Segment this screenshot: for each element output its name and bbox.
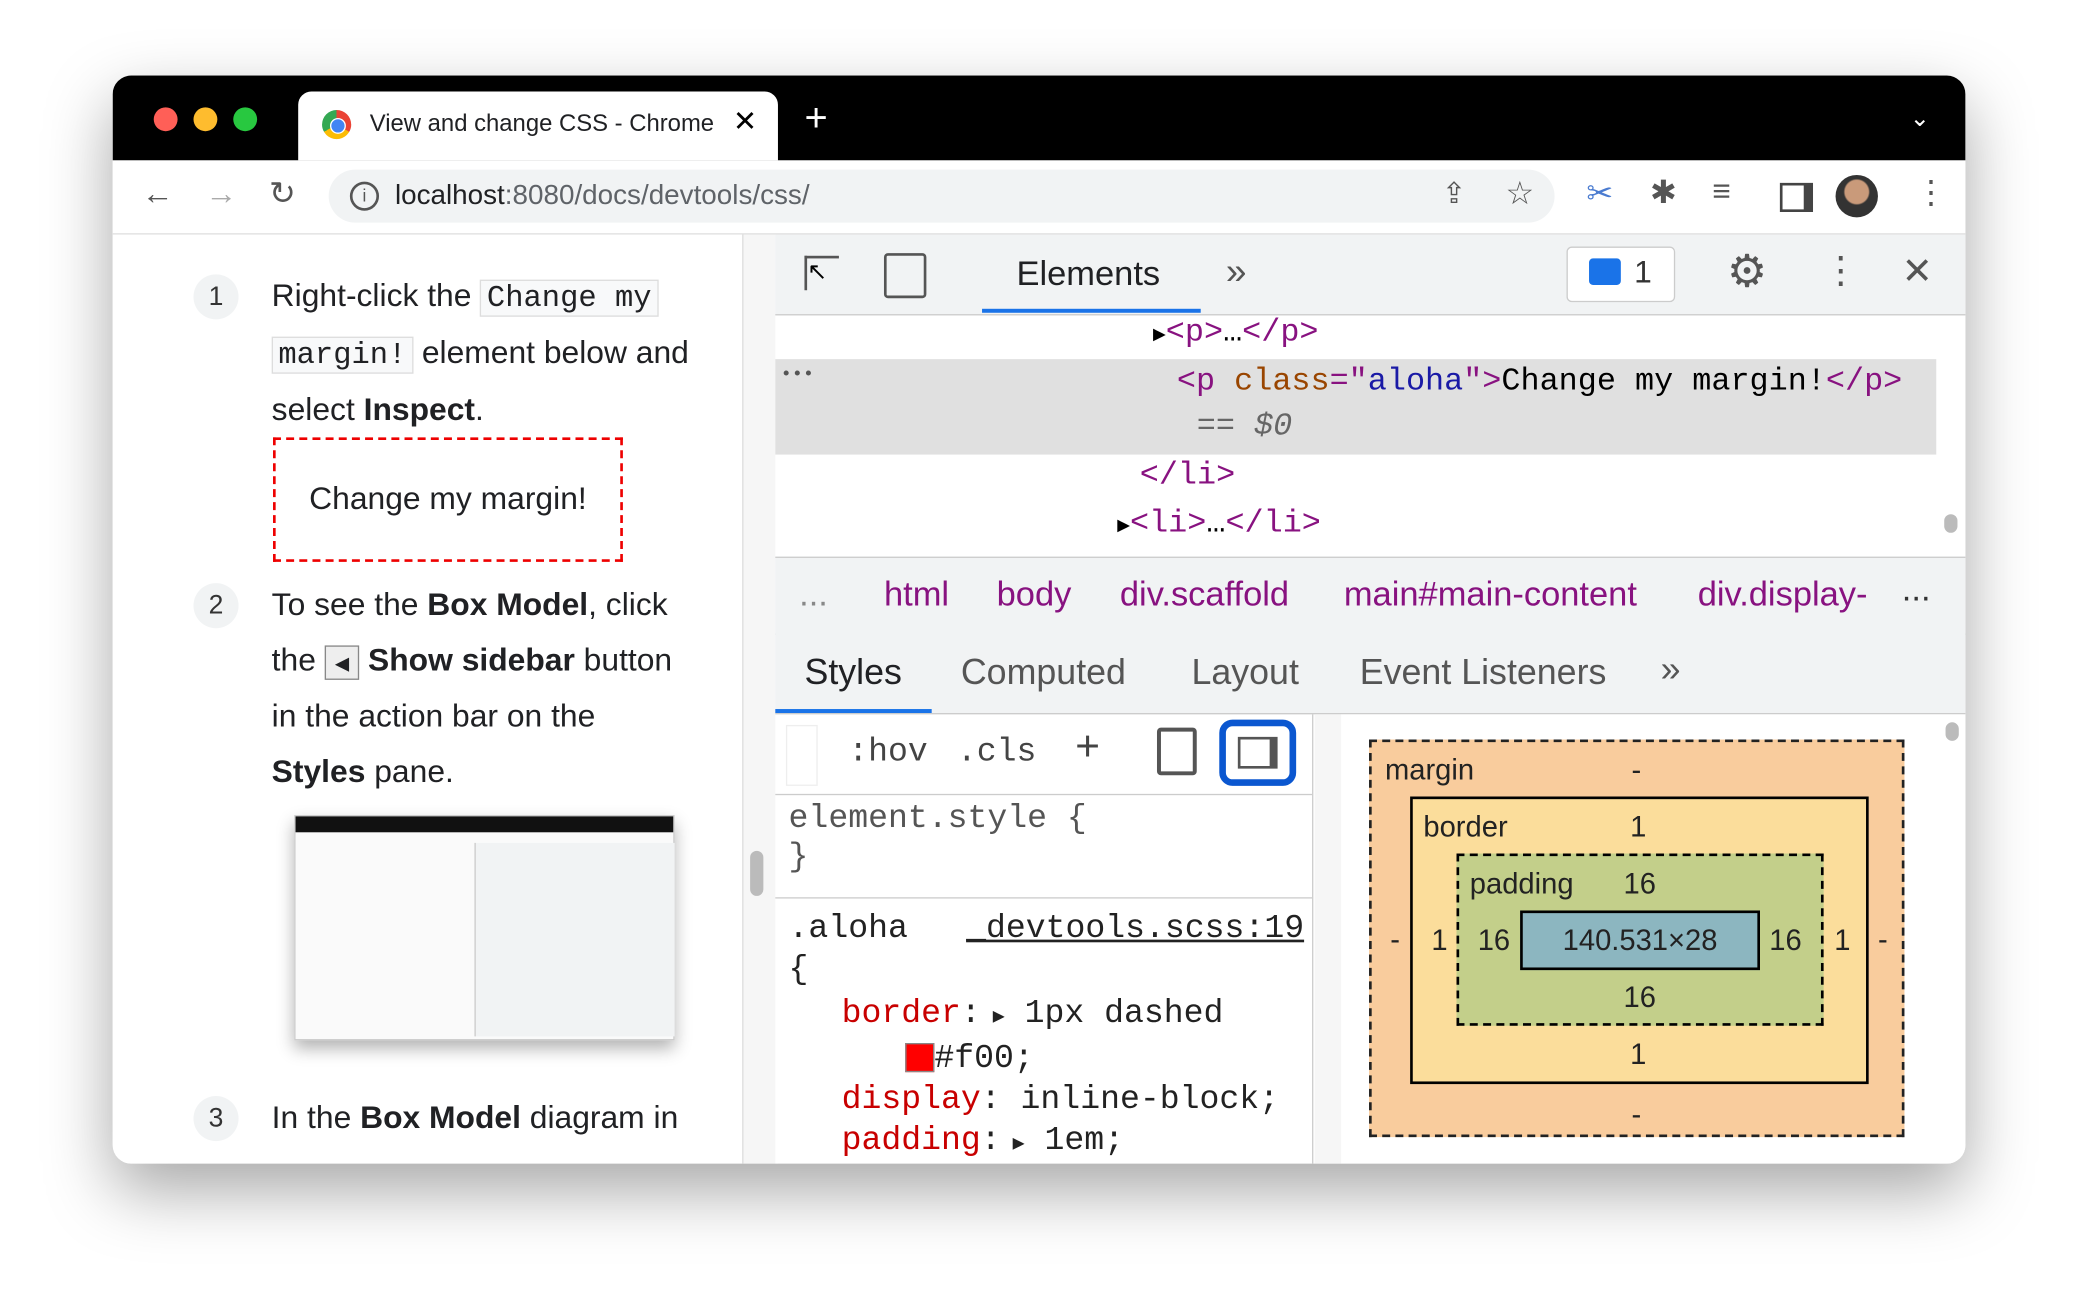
tab-layout[interactable]: Layout xyxy=(1191,652,1298,693)
dom-node-li-close[interactable]: </li> xyxy=(1140,459,1235,495)
side-panel-icon[interactable] xyxy=(1779,182,1814,213)
step-1-text: Right-click the Change my margin! element… xyxy=(271,278,689,429)
styles-pane: :hov .cls + element.style {} .aloha _devt… xyxy=(775,714,1314,1164)
sidebar-tabs: Styles Computed Layout Event Listeners » xyxy=(775,633,1966,715)
issues-button[interactable]: 1 xyxy=(1566,246,1676,303)
hov-button[interactable]: :hov xyxy=(848,733,928,771)
element-style-rule[interactable]: element.style {} xyxy=(789,799,1087,876)
dom-node-li[interactable]: ▶<li>…</li> xyxy=(1117,506,1321,542)
dom-scrollbar[interactable] xyxy=(1944,514,1958,533)
url-host: localhost xyxy=(394,180,505,211)
reload-icon[interactable]: ↻ xyxy=(269,175,296,213)
tab-styles[interactable]: Styles xyxy=(804,652,901,693)
crumb-body[interactable]: body xyxy=(997,574,1072,615)
new-rule-plus-icon[interactable]: + xyxy=(1075,725,1100,774)
step-number: 2 xyxy=(193,583,239,629)
dom-node-p[interactable]: ▶<p>…</p> xyxy=(1153,315,1318,351)
screenshot-thumbnail xyxy=(294,815,675,1041)
close-window-button[interactable] xyxy=(153,107,178,132)
box-border[interactable]: border 1 1 1 1 padding 16 16 16 16 140.5… xyxy=(1410,796,1869,1085)
tab-event-listeners[interactable]: Event Listeners xyxy=(1360,652,1607,693)
tab-computed[interactable]: Computed xyxy=(961,652,1126,693)
dom-node-selected[interactable]: ••• <p class="aloha">Change my margin!</… xyxy=(775,359,1937,455)
show-sidebar-icon: ◀ xyxy=(324,644,360,680)
change-my-margin-demo[interactable]: Change my margin! xyxy=(273,437,623,562)
step-number: 3 xyxy=(193,1096,239,1142)
devtools-toolbar: ↖ Elements » 1 ⚙ ⋮ ✕ xyxy=(775,234,1966,316)
page-scrollbar[interactable] xyxy=(742,234,778,1164)
show-sidebar-button[interactable] xyxy=(1219,719,1297,786)
devtools-panel: ↖ Elements » 1 ⚙ ⋮ ✕ ▶<p>…</p> ••• <p cl… xyxy=(775,234,1966,1164)
close-tab-icon[interactable]: ✕ xyxy=(733,105,757,139)
address-bar[interactable]: i localhost:8080/docs/devtools/css/ ⇪ ☆ xyxy=(328,169,1555,223)
tab-search-chevron-icon[interactable]: ⌄ xyxy=(1910,105,1930,133)
browser-toolbar: ← → ↻ i localhost:8080/docs/devtools/css… xyxy=(112,160,1966,235)
tab-title: View and change CSS - Chrome xyxy=(369,109,715,137)
browser-tab[interactable]: View and change CSS - Chrome ✕ xyxy=(298,91,778,161)
title-bar: View and change CSS - Chrome ✕ + ⌄ xyxy=(112,75,1966,161)
cls-button[interactable]: .cls xyxy=(957,733,1037,771)
crumb-main[interactable]: main#main-content xyxy=(1344,574,1637,615)
device-toolbar-icon[interactable] xyxy=(883,253,927,299)
media-queue-icon[interactable]: ≡ xyxy=(1712,174,1731,211)
box-model-scrollbar[interactable] xyxy=(1945,722,1959,741)
chrome-icon xyxy=(322,109,352,140)
chrome-menu-icon[interactable]: ⋮ xyxy=(1915,174,1947,212)
step-2-text: To see the Box Model, click the ◀ Show si… xyxy=(271,587,673,790)
box-content[interactable]: 140.531×28 xyxy=(1520,910,1760,971)
step-3-text: In the Box Model diagram in xyxy=(271,1099,679,1136)
box-margin[interactable]: margin - - - - border 1 1 1 1 padding 16… xyxy=(1369,739,1905,1138)
settings-gear-icon[interactable]: ⚙ xyxy=(1727,245,1767,298)
extensions-puzzle-icon[interactable]: ✱ xyxy=(1650,174,1677,212)
more-panel-tabs-icon[interactable]: » xyxy=(1661,649,1681,690)
docs-page: 1 Right-click the Change my margin! eleme… xyxy=(112,234,743,1164)
styles-filter-bar: :hov .cls + xyxy=(775,714,1313,796)
source-link[interactable]: _devtools.scss:19 xyxy=(966,908,1304,949)
filter-input[interactable] xyxy=(785,724,818,786)
share-icon[interactable]: ⇪ xyxy=(1442,176,1466,210)
aloha-rule[interactable]: .aloha _devtools.scss:19 { border: ▶ 1px … xyxy=(789,908,1312,1164)
box-model-diagram: margin - - - - border 1 1 1 1 padding 16… xyxy=(1341,714,1966,1164)
inspect-element-icon[interactable]: ↖ xyxy=(804,255,839,291)
crumb-div-scaffold[interactable]: div.scaffold xyxy=(1120,574,1289,615)
browser-window: View and change CSS - Chrome ✕ + ⌄ ← → ↻… xyxy=(112,75,1966,1164)
site-info-icon[interactable]: i xyxy=(349,181,380,211)
tab-elements[interactable]: Elements xyxy=(1017,253,1161,294)
step-number: 1 xyxy=(193,274,239,320)
dom-tree: ▶<p>…</p> ••• <p class="aloha">Change my… xyxy=(775,315,1965,556)
bookmark-star-icon[interactable]: ☆ xyxy=(1506,175,1535,213)
scissors-extension-icon[interactable]: ✂ xyxy=(1586,175,1613,213)
new-tab-button[interactable]: + xyxy=(804,97,827,142)
close-devtools-icon[interactable]: ✕ xyxy=(1902,249,1933,293)
minimize-window-button[interactable] xyxy=(193,107,218,132)
crumb-html[interactable]: html xyxy=(884,574,949,615)
back-icon[interactable]: ← xyxy=(142,176,174,213)
profile-avatar[interactable] xyxy=(1835,174,1878,218)
url-path: :8080/docs/devtools/css/ xyxy=(504,180,810,211)
box-padding[interactable]: padding 16 16 16 16 140.531×28 xyxy=(1456,853,1824,1026)
breadcrumb: ... html body div.scaffold main#main-con… xyxy=(775,556,1966,635)
forward-icon[interactable]: → xyxy=(205,176,237,213)
maximize-window-button[interactable] xyxy=(233,107,258,132)
more-tabs-icon[interactable]: » xyxy=(1226,250,1247,292)
styles-scrollbar[interactable] xyxy=(1314,714,1342,1164)
issues-message-icon xyxy=(1589,258,1621,285)
color-swatch xyxy=(905,1043,935,1073)
crumb-div-display[interactable]: div.display- xyxy=(1698,574,1868,615)
devtools-menu-icon[interactable]: ⋮ xyxy=(1822,248,1859,292)
paint-brush-icon[interactable] xyxy=(1156,727,1197,776)
